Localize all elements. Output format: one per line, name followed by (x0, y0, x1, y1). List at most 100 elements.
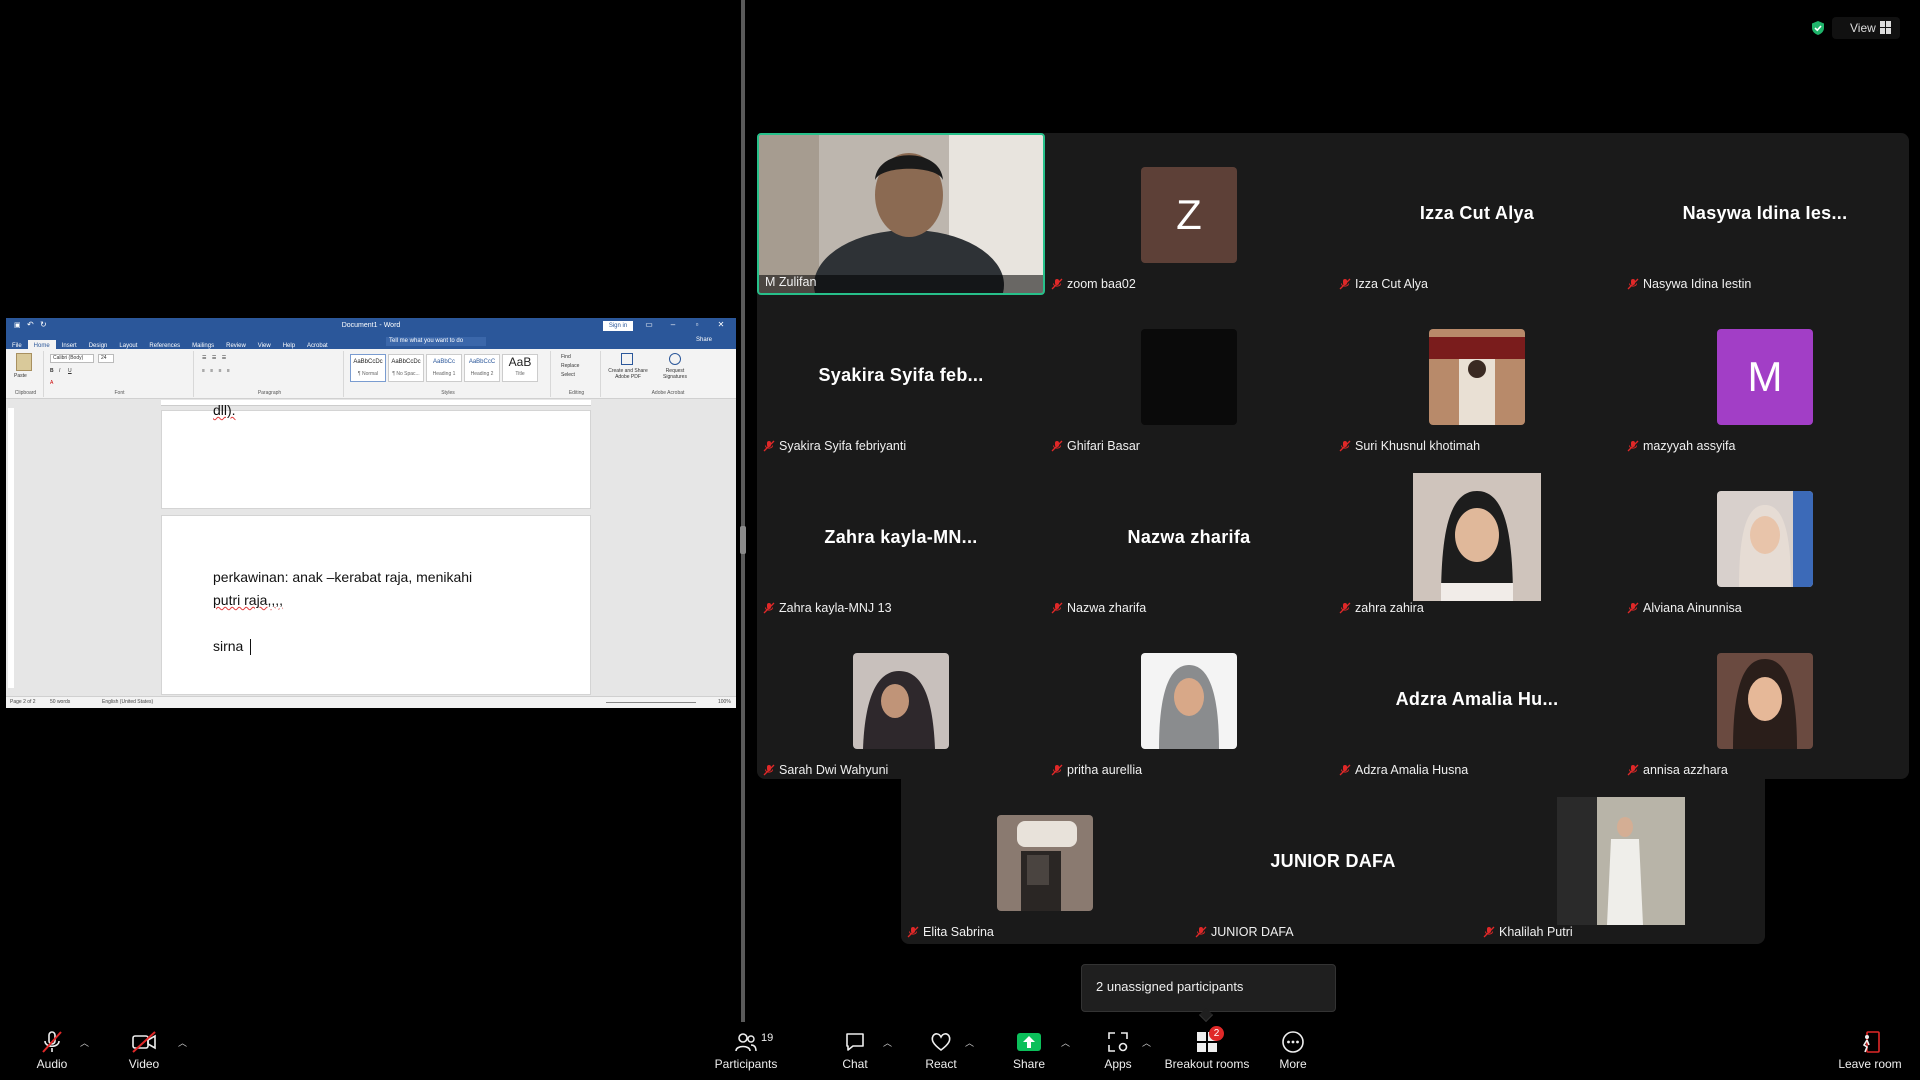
create-pdf-icon[interactable] (621, 353, 633, 365)
participant-tile-elita-sabrina[interactable]: Elita Sabrina (901, 781, 1189, 943)
audio-button[interactable]: Audio (32, 1030, 72, 1071)
participant-tile-nasywa-idina-iestin[interactable]: Nasywa Idina Ies... Nasywa Idina Iestin (1621, 133, 1909, 295)
unassigned-label: 2 unassigned participants (1096, 979, 1244, 994)
participant-display-name: JUNIOR DAFA (1270, 851, 1396, 871)
participant-name: zoom baa02 (1067, 277, 1136, 291)
split-divider[interactable] (741, 0, 745, 1022)
participant-tile-izza-cut-alya[interactable]: Izza Cut Alya Izza Cut Alya (1333, 133, 1621, 295)
participant-tile-annisa-azzhara[interactable]: annisa azzhara (1621, 619, 1909, 781)
underline-icon[interactable]: U (68, 368, 72, 374)
italic-icon[interactable]: I (59, 368, 60, 374)
participant-tile-zahra-zahira[interactable]: zahra zahira (1333, 457, 1621, 619)
leave-room-button[interactable]: Leave room (1834, 1030, 1906, 1071)
style-no-spacing[interactable]: AaBbCcDc ¶ No Spac... (388, 354, 424, 382)
chat-button[interactable]: Chat (835, 1030, 875, 1071)
encryption-shield-icon[interactable] (1810, 20, 1826, 36)
participant-photo (1413, 473, 1541, 601)
participant-photo (853, 653, 949, 749)
more-button[interactable]: More (1273, 1030, 1313, 1071)
participant-tile-nazwa-zharifa[interactable]: Nazwa zharifa Nazwa zharifa (1045, 457, 1333, 619)
heart-icon (931, 1033, 951, 1052)
style-title[interactable]: AaB Title (502, 354, 538, 382)
tell-me-search[interactable]: Tell me what you want to do (386, 337, 486, 346)
chat-options-chevron-icon[interactable]: ︿ (883, 1036, 892, 1049)
participant-name: Nazwa zharifa (1067, 601, 1147, 615)
participant-tile-suri-khusnul[interactable]: Suri Khusnul khotimah (1333, 295, 1621, 457)
share-label: Share (1012, 1057, 1046, 1071)
ribbon-display-icon[interactable]: ▭ (640, 320, 658, 329)
document-page-2[interactable]: perkawinan: anak –kerabat raja, menikahi… (161, 515, 591, 695)
align-icon[interactable]: ≡ ≡ ≡ ≡ (202, 368, 232, 374)
participant-tile-zahra-kayla[interactable]: Zahra kayla-MN... Zahra kayla-MNJ 13 (757, 457, 1045, 619)
participant-name: Syakira Syifa febriyanti (779, 439, 907, 453)
participant-tile-pritha-aurellia[interactable]: pritha aurellia (1045, 619, 1333, 781)
status-page: Page 2 of 2 (10, 699, 36, 705)
unassigned-participants-tooltip[interactable]: 2 unassigned participants (1081, 964, 1336, 1012)
muted-mic-icon (1627, 278, 1639, 290)
style-heading-2[interactable]: AaBbCcC Heading 2 (464, 354, 500, 382)
participant-tile-mazyyah-assyifa[interactable]: M mazyyah assyifa (1621, 295, 1909, 457)
muted-mic-icon (1339, 440, 1351, 452)
video-options-chevron-icon[interactable]: ︿ (178, 1036, 187, 1049)
zoom-slider[interactable] (606, 702, 696, 703)
acrobat-group: Create and Share Adobe PDF Request Signa… (603, 351, 733, 397)
participant-tile-adzra-amalia-husna[interactable]: Adzra Amalia Hu... Adzra Amalia Husna (1333, 619, 1621, 781)
maximize-icon[interactable]: ▫ (688, 320, 706, 329)
participant-name: pritha aurellia (1067, 763, 1143, 777)
font-size-select[interactable]: 24 (98, 354, 114, 363)
participant-tile-ghifari-basar[interactable]: Ghifari Basar (1045, 295, 1333, 457)
more-icon (1282, 1031, 1304, 1053)
font-name-select[interactable]: Calibri (Body) (50, 354, 94, 363)
participant-name: Khalilah Putri (1499, 925, 1573, 939)
participant-name: Ghifari Basar (1067, 439, 1140, 453)
apps-button[interactable]: Apps (1098, 1030, 1138, 1071)
participant-name: Suri Khusnul khotimah (1355, 439, 1481, 453)
participant-tile-sarah-dwi-wahyuni[interactable]: Sarah Dwi Wahyuni (757, 619, 1045, 781)
close-icon[interactable]: ✕ (712, 320, 730, 329)
request-signatures-icon[interactable] (669, 353, 681, 365)
participant-tile-junior-dafa[interactable]: JUNIOR DAFA JUNIOR DAFA (1189, 781, 1477, 943)
participant-name: zahra zahira (1355, 601, 1424, 615)
bullets-icon[interactable]: ☰ ☰ ☰ (202, 355, 228, 361)
style-normal[interactable]: AaBbCcDc ¶ Normal (350, 354, 386, 382)
react-options-chevron-icon[interactable]: ︿ (965, 1036, 974, 1049)
apps-options-chevron-icon[interactable]: ︿ (1142, 1036, 1151, 1049)
share-button[interactable]: Share (1009, 1030, 1049, 1071)
video-off-icon (132, 1031, 156, 1053)
participant-display-name: Adzra Amalia Hu... (1395, 689, 1559, 709)
paste-icon[interactable] (16, 353, 32, 371)
audio-options-chevron-icon[interactable]: ︿ (80, 1036, 89, 1049)
video-button[interactable]: Video (124, 1030, 164, 1071)
page1-text: dll). (213, 402, 236, 418)
participant-avatar: M (1717, 329, 1813, 425)
participant-tile-alviana-ainunnisa[interactable]: Alviana Ainunnisa (1621, 457, 1909, 619)
text-cursor (250, 639, 251, 655)
document-page-1[interactable]: dll). (161, 402, 591, 509)
video-feed (759, 135, 1043, 293)
request-signatures-button[interactable]: Request Signatures (655, 368, 695, 380)
select-button[interactable]: Select (561, 372, 575, 378)
share-options-chevron-icon[interactable]: ︿ (1061, 1036, 1070, 1049)
participant-tile-khalilah-putri[interactable]: Khalilah Putri (1477, 781, 1765, 943)
find-button[interactable]: Find (561, 354, 571, 360)
create-pdf-button[interactable]: Create and Share Adobe PDF (605, 368, 651, 380)
participant-photo (1141, 329, 1237, 425)
breakout-rooms-label: Breakout rooms (1164, 1057, 1250, 1071)
participant-tile-m-zulifan[interactable]: M Zulifan (757, 133, 1045, 295)
word-signin-button[interactable]: Sign in (603, 321, 633, 331)
bold-icon[interactable]: B (50, 368, 54, 374)
style-heading-1[interactable]: AaBbCc Heading 1 (426, 354, 462, 382)
view-label: View (1850, 21, 1876, 35)
react-button[interactable]: React (921, 1030, 961, 1071)
word-share-button[interactable]: Share (696, 337, 712, 343)
minimize-icon[interactable]: – (664, 320, 682, 329)
replace-button[interactable]: Replace (561, 363, 579, 369)
word-status-bar: Page 2 of 2 50 words English (United Sta… (6, 696, 736, 708)
participant-display-name: Zahra kayla-MN... (824, 527, 978, 547)
font-color-icon[interactable]: A (50, 380, 53, 386)
participant-tile-syakira-syifa[interactable]: Syakira Syifa feb... Syakira Syifa febri… (757, 295, 1045, 457)
breakout-rooms-button[interactable]: Breakout rooms (1162, 1030, 1252, 1071)
participant-tile-zoom-baa02[interactable]: Z zoom baa02 (1045, 133, 1333, 295)
participant-name: Elita Sabrina (923, 925, 994, 939)
split-divider-handle[interactable] (740, 526, 746, 554)
